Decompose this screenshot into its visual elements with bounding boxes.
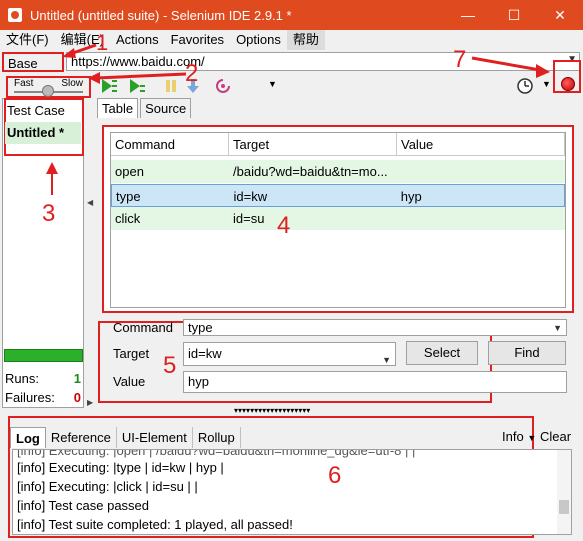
rollup-dropdown-icon[interactable]: ▼	[268, 79, 277, 89]
annotation-1: 1	[96, 30, 109, 55]
selenium-app-icon	[8, 8, 22, 22]
log-line: [info] Executing: |open | /baidu?wd=baid…	[17, 450, 416, 458]
tab-log[interactable]: Log	[10, 427, 46, 448]
value-field[interactable]: hyp	[183, 371, 567, 393]
base-url-row: Base URL https://www.baidu.com/ ▼	[0, 51, 583, 91]
play-test-case-icon[interactable]	[128, 77, 146, 95]
resize-handle-icon[interactable]: ▾▾▾▾▾▾▾▾▾▾▾▾▾▾▾▾▾▾▾	[234, 406, 310, 415]
record-button[interactable]	[561, 77, 575, 91]
base-url-label: Base URL	[2, 52, 64, 91]
annotation-3: 3	[42, 200, 56, 227]
log-scroll-thumb[interactable]	[559, 500, 569, 514]
chevron-down-icon[interactable]: ▼	[553, 321, 562, 336]
menu-bar: 文件(F) 编辑(E) Actions Favorites Options 帮助	[0, 30, 583, 50]
menu-help[interactable]: 帮助	[286, 30, 325, 50]
table-row[interactable]: type id=kw hyp	[111, 184, 565, 207]
header-command[interactable]: Command	[111, 133, 229, 155]
minimize-button[interactable]: —	[445, 0, 491, 30]
select-button[interactable]: Select	[406, 341, 478, 365]
base-url-input[interactable]: https://www.baidu.com/	[66, 52, 580, 71]
table-row[interactable]: click id=su	[111, 207, 565, 230]
annotation-2: 2	[185, 60, 199, 87]
tab-reference[interactable]: Reference	[46, 427, 117, 448]
annotation-6: 6	[328, 462, 342, 489]
window-title: Untitled (untitled suite) - Selenium IDE…	[30, 7, 292, 23]
log-level-dropdown[interactable]: Info ▼	[502, 429, 536, 444]
annotation-7: 7	[453, 46, 467, 73]
speed-slider[interactable]: Fast Slow	[6, 76, 91, 98]
speed-knob[interactable]	[42, 85, 54, 97]
test-case-item[interactable]: Untitled *	[5, 122, 81, 144]
cell-command: open	[115, 164, 144, 179]
command-table: Command Target Value open /baidu?wd=baid…	[110, 132, 566, 308]
log-line: [info] Test suite completed: 1 played, a…	[17, 517, 293, 532]
runs-stat: Runs: 1	[5, 371, 83, 386]
runs-count: 1	[73, 371, 81, 386]
editor-tabs: Table Source	[97, 98, 193, 118]
log-tabs: Log Reference UI-Element Rollup	[10, 427, 576, 449]
header-value[interactable]: Value	[397, 133, 565, 155]
test-case-header: Test Case	[7, 103, 65, 118]
cell-value: hyp	[400, 189, 422, 204]
header-target[interactable]: Target	[229, 133, 397, 155]
command-select-value: type	[188, 320, 213, 335]
target-label: Target	[113, 346, 150, 361]
pause-icon[interactable]	[162, 77, 180, 95]
chevron-down-icon[interactable]: ▼	[382, 349, 391, 371]
cell-target: id=kw	[233, 189, 268, 204]
cell-command: type	[116, 189, 141, 204]
command-label: Command	[113, 320, 173, 335]
cell-target: /baidu?wd=baidu&tn=mo...	[233, 164, 388, 179]
failures-stat: Failures: 0	[5, 390, 83, 405]
command-table-header: Command Target Value	[111, 133, 565, 156]
menu-file[interactable]: 文件(F)	[0, 30, 55, 50]
failures-count: 0	[73, 390, 81, 405]
menu-actions[interactable]: Actions	[110, 30, 165, 50]
cell-value	[397, 160, 565, 183]
log-line: [info] Executing: |type | id=kw | hyp |	[17, 460, 224, 475]
window-controls: — ☐ ✕	[445, 0, 583, 30]
value-label: Value	[113, 374, 146, 389]
cell-value	[397, 207, 565, 230]
target-select-value: id=kw	[188, 346, 222, 361]
speed-fast-label: Fast	[14, 78, 34, 89]
target-select[interactable]: id=kw ▼	[183, 342, 396, 366]
toolbar: Fast Slow ▼ ▼	[0, 74, 583, 98]
collapse-left-icon[interactable]: ◀	[87, 198, 93, 207]
log-line: [info] Executing: |click | id=su | |	[17, 479, 198, 494]
play-suite-icon[interactable]	[100, 77, 118, 95]
speed-slow-label: Slow	[61, 78, 83, 89]
cell-target: id=su	[233, 211, 265, 226]
log-level-value: Info	[502, 429, 524, 444]
maximize-button[interactable]: ☐	[491, 0, 537, 30]
find-button[interactable]: Find	[488, 341, 566, 365]
close-button[interactable]: ✕	[537, 0, 583, 30]
log-pane[interactable]: [info] Executing: |open | /baidu?wd=baid…	[12, 449, 572, 535]
tab-table[interactable]: Table	[97, 98, 139, 118]
failures-label: Failures:	[5, 390, 55, 405]
clear-log-button[interactable]: Clear	[540, 429, 571, 444]
tab-rollup[interactable]: Rollup	[193, 427, 241, 448]
clock-icon[interactable]	[516, 77, 534, 95]
title-bar: Untitled (untitled suite) - Selenium IDE…	[0, 0, 583, 30]
collapse-right-icon[interactable]: ▶	[87, 398, 93, 407]
log-line: [info] Test case passed	[17, 498, 150, 513]
runs-label: Runs:	[5, 371, 39, 386]
cell-command: click	[115, 211, 141, 226]
rollup-icon[interactable]	[214, 77, 232, 95]
progress-bar	[4, 349, 83, 362]
table-row[interactable]: open /baidu?wd=baidu&tn=mo...	[111, 160, 565, 183]
clock-dropdown-icon[interactable]: ▼	[542, 79, 551, 89]
tab-source[interactable]: Source	[140, 98, 192, 118]
annotation-4: 4	[277, 212, 291, 239]
menu-favorites[interactable]: Favorites	[165, 30, 230, 50]
record-button-highlight	[553, 60, 581, 93]
command-select[interactable]: type ▼	[183, 319, 567, 336]
annotation-5: 5	[163, 352, 177, 379]
panel-splitter[interactable]: ◀ ▶	[86, 98, 94, 408]
chevron-down-icon: ▼	[527, 433, 537, 443]
log-scrollbar[interactable]	[557, 450, 571, 534]
menu-options[interactable]: Options	[230, 30, 287, 50]
tab-ui-element[interactable]: UI-Element	[117, 427, 193, 448]
